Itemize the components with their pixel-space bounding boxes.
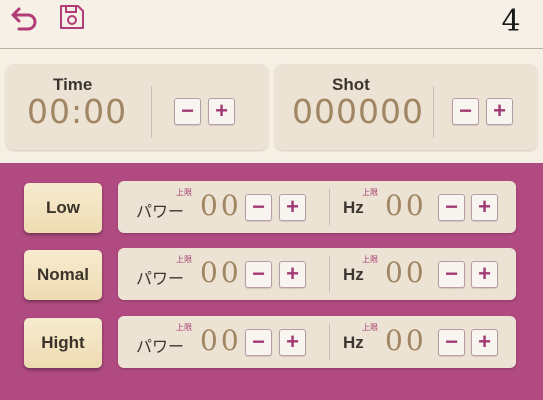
time-value: 00:00 bbox=[27, 92, 128, 131]
power-minus-button[interactable]: − bbox=[245, 329, 272, 356]
divider bbox=[329, 256, 330, 292]
power-minus-button[interactable]: − bbox=[245, 261, 272, 288]
time-minus-button[interactable]: − bbox=[174, 98, 201, 125]
time-card: Time 00:00 − + bbox=[6, 64, 268, 150]
hz-limit-label: 上限 bbox=[362, 188, 378, 197]
back-arrow-icon[interactable] bbox=[10, 6, 40, 32]
power-plus-button[interactable]: + bbox=[279, 261, 306, 288]
time-plus-button[interactable]: + bbox=[208, 98, 235, 125]
shot-minus-button[interactable]: − bbox=[452, 98, 479, 125]
hz-label: Hz bbox=[343, 265, 364, 284]
power-limit-label: 上限 bbox=[176, 188, 192, 197]
hz-plus-button[interactable]: + bbox=[471, 194, 498, 221]
power-plus-button[interactable]: + bbox=[279, 329, 306, 356]
hz-label: Hz bbox=[343, 198, 364, 217]
power-limit-label: 上限 bbox=[176, 255, 192, 264]
power-label: パワー bbox=[136, 204, 185, 221]
power-label: パワー bbox=[136, 271, 185, 288]
power-value: 00 bbox=[200, 256, 242, 289]
power-label: パワー bbox=[136, 339, 185, 356]
mode-button-normal[interactable]: Nomal bbox=[24, 250, 102, 300]
mode-settings-low: パワー 上限 00 − + Hz 上限 00 − + bbox=[118, 181, 516, 233]
shot-card: Shot 000000 − + bbox=[275, 64, 537, 150]
divider bbox=[329, 189, 330, 225]
mode-button-low[interactable]: Low bbox=[24, 183, 102, 233]
hz-value: 00 bbox=[385, 189, 427, 222]
hz-value: 00 bbox=[385, 256, 427, 289]
save-icon[interactable] bbox=[58, 3, 86, 31]
power-value: 00 bbox=[200, 189, 242, 222]
power-minus-button[interactable]: − bbox=[245, 194, 272, 221]
hz-value: 00 bbox=[385, 324, 427, 357]
hz-plus-button[interactable]: + bbox=[471, 329, 498, 356]
shot-plus-button[interactable]: + bbox=[486, 98, 513, 125]
hz-limit-label: 上限 bbox=[362, 255, 378, 264]
hz-limit-label: 上限 bbox=[362, 323, 378, 332]
power-value: 00 bbox=[200, 324, 242, 357]
hz-minus-button[interactable]: − bbox=[438, 329, 465, 356]
power-limit-label: 上限 bbox=[176, 323, 192, 332]
logo: 4 bbox=[501, 4, 521, 39]
mode-settings-normal: パワー 上限 00 − + Hz 上限 00 − + bbox=[118, 248, 516, 300]
shot-value: 000000 bbox=[292, 92, 424, 131]
hz-plus-button[interactable]: + bbox=[471, 261, 498, 288]
hz-label: Hz bbox=[343, 333, 364, 352]
divider bbox=[329, 324, 330, 360]
divider bbox=[151, 86, 152, 138]
mode-button-high[interactable]: Hight bbox=[24, 318, 102, 368]
power-plus-button[interactable]: + bbox=[279, 194, 306, 221]
hz-minus-button[interactable]: − bbox=[438, 194, 465, 221]
hz-minus-button[interactable]: − bbox=[438, 261, 465, 288]
mode-settings-high: パワー 上限 00 − + Hz 上限 00 − + bbox=[118, 316, 516, 368]
divider bbox=[433, 86, 434, 138]
top-bar: 4 bbox=[0, 0, 543, 49]
